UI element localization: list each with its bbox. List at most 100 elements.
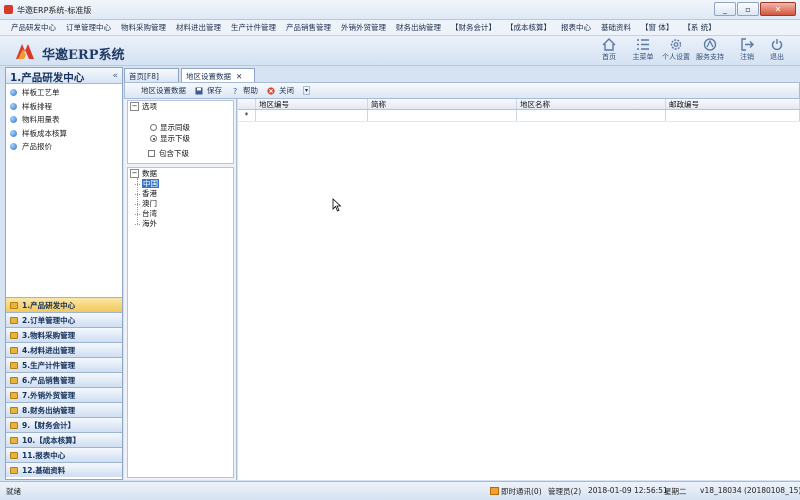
module-label: 9.【财务会计】 <box>22 420 76 430</box>
table-cell[interactable] <box>256 110 368 121</box>
module-item[interactable]: 11.报表中心 <box>6 447 122 462</box>
toolbar-overflow-icon[interactable]: ▾ <box>303 86 311 95</box>
menu-item[interactable]: 财务出纳管理 <box>391 22 446 33</box>
column-header[interactable]: 简称 <box>368 99 517 109</box>
module-item[interactable]: 10.【成本核算】 <box>6 432 122 447</box>
logout-button[interactable]: 注销 <box>730 38 764 62</box>
radio-sub-level[interactable]: 显示下级 <box>128 133 233 144</box>
menu-item[interactable]: 生产计件管理 <box>226 22 281 33</box>
radio-circle-icon <box>150 135 157 142</box>
toolbar-title: 地区设置数据 <box>141 86 186 95</box>
menu-item[interactable]: 【财务会计】 <box>446 22 501 33</box>
collapse-icon[interactable]: « <box>112 71 118 81</box>
sidebar-item[interactable]: 物料用量表 <box>10 113 122 127</box>
sidebar-item-label: 样板成本核算 <box>22 128 67 138</box>
tree-item-label: 台湾 <box>142 209 157 218</box>
tab-region-settings[interactable]: 地区设置数据 ✕ <box>181 68 255 82</box>
sidebar-item[interactable]: 样板工艺单 <box>10 86 122 100</box>
tree-item[interactable]: 海外 <box>128 219 233 229</box>
menu-item[interactable]: 材料进出管理 <box>171 22 226 33</box>
folder-icon <box>10 466 18 474</box>
personal-settings-button[interactable]: 个人设置 <box>659 38 693 62</box>
main-menu-button[interactable]: 主菜单 <box>626 38 660 62</box>
menu-item[interactable]: 【成本核算】 <box>501 22 556 33</box>
tree-item[interactable]: 澳门 <box>128 199 233 209</box>
menu-item[interactable]: 外销外贸管理 <box>336 22 391 33</box>
include-sublevel-checkbox[interactable]: 包含下级 <box>128 148 233 159</box>
chat-icon <box>490 487 499 495</box>
data-tree-header: − 数据 <box>128 168 233 179</box>
status-time: 12:56:51 <box>634 486 668 495</box>
module-item[interactable]: 2.订单管理中心 <box>6 312 122 327</box>
bullet-icon <box>10 116 17 124</box>
bullet-icon <box>10 89 17 97</box>
collapse-toggle-icon[interactable]: − <box>130 102 139 111</box>
folder-icon <box>10 346 18 354</box>
service-support-button[interactable]: 服务支持 <box>693 38 727 62</box>
table-row[interactable]: * <box>238 110 800 122</box>
menu-item[interactable]: 报表中心 <box>556 22 596 33</box>
help-button[interactable]: ? 帮助 <box>231 85 258 96</box>
table-cell[interactable] <box>666 110 800 121</box>
collapse-toggle-icon[interactable]: − <box>130 169 139 178</box>
menu-item[interactable]: 【系 统】 <box>678 22 720 33</box>
close-window-button[interactable]: ✕ <box>760 2 796 16</box>
module-item[interactable]: 7.外销外贸管理 <box>6 387 122 402</box>
window-titlebar: 华邀ERP系统-标准版 _ ▫ ✕ <box>0 0 800 20</box>
table-cell[interactable] <box>517 110 666 121</box>
power-icon <box>771 39 783 51</box>
home-button[interactable]: 首页 <box>592 38 626 62</box>
close-label: 关闭 <box>279 86 294 95</box>
module-label: 6.产品销售管理 <box>22 375 76 385</box>
tree-item[interactable]: 台湾 <box>128 209 233 219</box>
table-cell[interactable] <box>368 110 517 121</box>
radio-same-level[interactable]: 显示同级 <box>128 122 233 133</box>
menu-item[interactable]: 产品销售管理 <box>281 22 336 33</box>
save-label: 保存 <box>207 86 222 95</box>
minimize-button[interactable]: _ <box>714 2 736 16</box>
module-label: 1.产品研发中心 <box>22 300 76 310</box>
module-item[interactable]: 5.生产计件管理 <box>6 357 122 372</box>
save-button[interactable]: 保存 <box>195 85 222 96</box>
tab-home[interactable]: 首页[F8] <box>124 68 179 82</box>
module-label: 3.物料采购管理 <box>22 330 76 340</box>
module-label: 4.材料进出管理 <box>22 345 76 355</box>
folder-icon <box>10 361 18 369</box>
tree-item[interactable]: 香港 <box>128 189 233 199</box>
sidebar: 1.产品研发中心 « 样板工艺单 样板排程 物料用量表 样板成本核算 产品报价 … <box>5 67 123 480</box>
module-item[interactable]: 8.财务出纳管理 <box>6 402 122 417</box>
close-tab-icon[interactable]: ✕ <box>236 72 242 81</box>
sidebar-item[interactable]: 产品报价 <box>10 140 122 154</box>
tree-item-label: 澳门 <box>142 199 157 208</box>
column-header[interactable]: 地区名称 <box>517 99 666 109</box>
module-item[interactable]: 9.【财务会计】 <box>6 417 122 432</box>
sidebar-item[interactable]: 样板排程 <box>10 100 122 114</box>
tree-item[interactable]: 中国 <box>128 179 233 189</box>
column-header[interactable]: 地区编号 <box>256 99 368 109</box>
menu-item[interactable]: 【窗 体】 <box>636 22 678 33</box>
column-header[interactable]: 邮政编号 <box>666 99 800 109</box>
tab-label: 地区设置数据 <box>186 72 231 81</box>
sidebar-item-label: 产品报价 <box>22 142 52 152</box>
exit-button[interactable]: 退出 <box>760 38 794 62</box>
module-item[interactable]: 3.物料采购管理 <box>6 327 122 342</box>
module-item[interactable]: 6.产品销售管理 <box>6 372 122 387</box>
folder-icon <box>10 451 18 459</box>
folder-icon <box>10 406 18 414</box>
instant-messaging[interactable]: 即时通讯(0) <box>490 486 542 497</box>
tree-item-label: 海外 <box>142 219 157 228</box>
menu-item[interactable]: 基础资料 <box>596 22 636 33</box>
module-item[interactable]: 1.产品研发中心 <box>6 297 122 312</box>
close-button[interactable]: 关闭 <box>267 85 294 96</box>
module-item[interactable]: 4.材料进出管理 <box>6 342 122 357</box>
sidebar-item[interactable]: 样板成本核算 <box>10 127 122 141</box>
menu-item[interactable]: 物料采购管理 <box>116 22 171 33</box>
options-box: − 选项 显示同级 显示下级 包含下级 <box>127 100 234 164</box>
home-label: 首页 <box>602 53 616 61</box>
maximize-button[interactable]: ▫ <box>737 2 759 16</box>
folder-icon <box>10 421 18 429</box>
help-label: 帮助 <box>243 86 258 95</box>
menu-item[interactable]: 订单管理中心 <box>61 22 116 33</box>
menu-item[interactable]: 产品研发中心 <box>6 22 61 33</box>
module-item[interactable]: 12.基础资料 <box>6 462 122 477</box>
